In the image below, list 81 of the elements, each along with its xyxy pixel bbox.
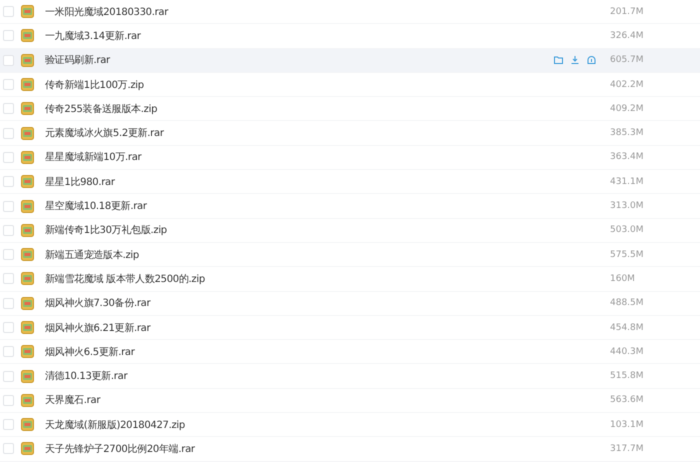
file-size: 605.7M: [610, 55, 645, 66]
file-name: 验证码刷新.rar: [45, 54, 112, 68]
file-size: 402.2M: [610, 80, 645, 90]
checkbox[interactable]: [3, 394, 14, 406]
checkbox[interactable]: [3, 79, 14, 90]
archive-icon: [21, 102, 34, 116]
file-size: 503.0M: [610, 225, 645, 236]
file-name: 天子先锋炉子2700比例20年端.rar: [45, 442, 196, 456]
file-name: 传奇新端1比100万.zip: [45, 78, 145, 92]
checkbox[interactable]: [3, 419, 14, 430]
archive-icon: [21, 200, 34, 213]
checkbox[interactable]: [3, 224, 14, 236]
archive-icon: [21, 345, 34, 358]
file-name: 天界魔石.rar: [45, 394, 102, 408]
file-size: 103.1M: [610, 420, 645, 430]
file-size: 563.6M: [610, 395, 645, 406]
file-size: 201.7M: [610, 6, 645, 17]
file-name: 烟风神火旗6.21更新.rar: [45, 322, 152, 334]
checkbox[interactable]: [3, 54, 14, 66]
file-size: 363.4M: [610, 152, 645, 162]
archive-icon: [21, 126, 34, 140]
download-icon[interactable]: [571, 56, 579, 64]
checkbox[interactable]: [3, 30, 14, 42]
file-name: 星空魔域10.18更新.rar: [45, 200, 148, 214]
archive-icon: [21, 29, 34, 42]
checkbox[interactable]: [3, 322, 14, 333]
file-size: 313.0M: [610, 201, 645, 212]
checkbox[interactable]: [3, 346, 14, 358]
file-size: 488.5M: [610, 298, 645, 308]
file-size: 385.3M: [610, 128, 645, 138]
archive-icon: [21, 175, 34, 188]
file-name: 新端传奇1比30万礼包版.zip: [45, 224, 168, 238]
file-size: 454.8M: [610, 322, 645, 332]
file-size: 431.1M: [610, 176, 645, 187]
file-name: 清德10.13更新.rar: [45, 370, 129, 384]
checkbox[interactable]: [3, 443, 14, 454]
file-name: 传奇255装备送服版本.zip: [45, 102, 158, 116]
file-name: 一九魔域3.14更新.rar: [45, 30, 142, 43]
archive-icon: [21, 370, 34, 383]
archive-icon: [21, 150, 34, 164]
file-size: 409.2M: [610, 104, 645, 114]
archive-icon: [21, 296, 34, 310]
archive-icon: [21, 248, 34, 262]
checkbox[interactable]: [3, 370, 14, 382]
archive-icon: [21, 418, 34, 432]
file-name: 新端雪花魔域 版本带人数2500的.zip: [45, 272, 206, 286]
folder-icon[interactable]: [554, 56, 563, 64]
file-row[interactable]: 验证码刷新.rar 605.7M: [0, 48, 700, 73]
checkbox[interactable]: [3, 176, 14, 188]
checkbox[interactable]: [3, 6, 14, 18]
checkbox[interactable]: [3, 128, 14, 139]
file-name: 星星1比980.rar: [45, 176, 116, 189]
checkbox[interactable]: [3, 298, 14, 309]
archive-icon: [21, 394, 34, 407]
checkbox[interactable]: [3, 152, 14, 163]
file-size: 575.5M: [610, 250, 645, 260]
archive-icon: [21, 78, 34, 92]
checkbox[interactable]: [3, 200, 14, 212]
file-name: 新端五通宠造版本.zip: [45, 248, 140, 262]
file-row[interactable]: 新端传奇1比30万礼包版.zip 503.0M: [0, 218, 700, 243]
file-name: 烟风神火旗7.30备份.rar: [45, 296, 152, 310]
checkbox[interactable]: [3, 103, 14, 114]
file-size: 160M: [610, 274, 636, 284]
file-name: 烟风神火6.5更新.rar: [45, 346, 136, 359]
archive-icon: [21, 442, 34, 456]
file-name: 一米阳光魔域20180330.rar: [45, 6, 170, 19]
file-size: 440.3M: [610, 346, 645, 357]
archive-icon: [21, 272, 34, 286]
archive-icon: [21, 5, 34, 18]
file-name: 星星魔域新端10万.rar: [45, 150, 143, 164]
file-name: 天龙魔域(新服版)20180427.zip: [45, 418, 186, 432]
checkbox[interactable]: [3, 249, 14, 260]
file-size: 326.4M: [610, 30, 645, 41]
file-row[interactable]: 烟风神火旗7.30备份.rar 488.5M: [0, 292, 700, 316]
archive-icon: [21, 321, 34, 334]
archive-icon: [21, 54, 34, 67]
file-size: 317.7M: [610, 444, 645, 454]
file-name: 元素魔域冰火旗5.2更新.rar: [45, 126, 165, 140]
file-size: 515.8M: [610, 371, 645, 382]
archive-icon: [21, 224, 34, 237]
checkbox[interactable]: [3, 273, 14, 284]
